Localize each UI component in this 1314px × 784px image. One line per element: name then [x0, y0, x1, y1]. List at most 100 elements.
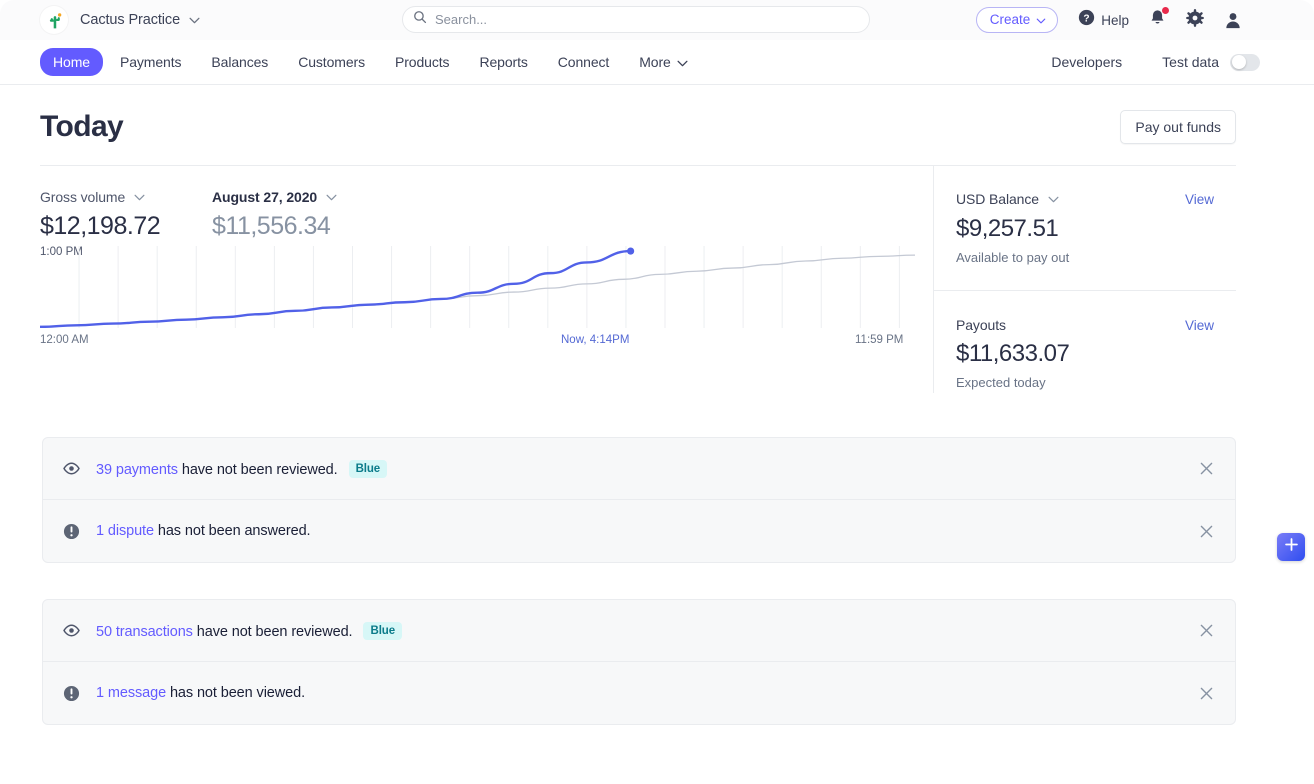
notification-badge: [1161, 6, 1170, 15]
chevron-down-icon: [326, 188, 337, 206]
notification-link[interactable]: 1 message: [96, 685, 166, 701]
search-container[interactable]: [402, 6, 870, 33]
payouts-title: Payouts: [956, 317, 1006, 333]
compare-date-selector[interactable]: August 27, 2020: [212, 188, 337, 206]
notification-text: 50 transactions have not been reviewed. B…: [96, 622, 402, 640]
close-icon[interactable]: [1200, 624, 1213, 637]
chevron-down-icon: [189, 11, 200, 29]
help-label: Help: [1101, 13, 1129, 28]
gross-volume-section: Gross volume $12,198.72 1:00 PM August 2…: [40, 166, 933, 393]
chevron-down-icon: [677, 54, 688, 70]
nav-label: Payments: [120, 54, 181, 70]
compare-date-label: August 27, 2020: [212, 189, 317, 205]
notification-group-1: 39 payments have not been reviewed.Blue …: [42, 437, 1236, 563]
usd-balance-value: $9,257.51: [956, 215, 1236, 243]
nav-item-products[interactable]: Products: [382, 48, 462, 76]
search-input[interactable]: [435, 12, 835, 27]
plus-icon: [1284, 537, 1299, 557]
close-icon[interactable]: [1200, 525, 1213, 538]
settings-button[interactable]: [1186, 9, 1204, 32]
notification-link[interactable]: 39 payments: [96, 462, 178, 478]
developers-link[interactable]: Developers: [1051, 54, 1122, 70]
nav-item-connect[interactable]: Connect: [545, 48, 622, 76]
test-data-toggle-group: Test data: [1162, 54, 1260, 71]
top-bar: Cactus Practice Create: [0, 0, 1314, 40]
gross-volume-selector[interactable]: Gross volume: [40, 188, 212, 206]
payouts-view-link[interactable]: View: [1185, 318, 1214, 333]
payouts-card: Payouts View $11,633.07 Expected today: [934, 290, 1236, 390]
test-data-label: Test data: [1162, 54, 1219, 70]
usd-balance-subtitle: Available to pay out: [956, 250, 1236, 265]
chevron-down-icon[interactable]: [1048, 190, 1059, 208]
notifications-button[interactable]: [1149, 9, 1166, 32]
svg-text:?: ?: [1084, 13, 1090, 24]
notification-link[interactable]: 50 transactions: [96, 624, 193, 640]
brand-name: Cactus Practice: [80, 12, 180, 28]
main-content: Today Pay out funds Gross volume $12,198…: [0, 85, 1314, 784]
cactus-icon: [40, 6, 68, 34]
chevron-down-icon: [134, 188, 145, 206]
app-window: Cactus Practice Create: [0, 0, 1314, 784]
payouts-value: $11,633.07: [956, 340, 1236, 368]
chevron-down-icon: [1036, 12, 1046, 27]
nav-item-reports[interactable]: Reports: [466, 48, 540, 76]
brand-switcher[interactable]: Cactus Practice: [40, 6, 200, 34]
nav-label: Reports: [479, 54, 527, 70]
nav-item-more[interactable]: More: [626, 48, 701, 76]
notification-rest: has not been answered.: [154, 523, 311, 539]
notification-row[interactable]: 1 dispute has not been answered.: [43, 500, 1235, 562]
notification-rest: have not been reviewed.: [178, 462, 338, 478]
nav-label: More: [639, 54, 671, 70]
notification-rest: have not been reviewed.: [193, 624, 353, 640]
exclamation-circle-icon: [63, 523, 80, 540]
nav-item-payments[interactable]: Payments: [107, 48, 194, 76]
question-circle-icon: ?: [1078, 9, 1095, 31]
axis-label-start: 12:00 AM: [40, 334, 89, 346]
notification-text: 1 message has not been viewed.: [96, 685, 305, 701]
exclamation-circle-icon: [63, 685, 80, 702]
toggle-knob: [1232, 55, 1246, 69]
chart-x-axis: 12:00 AM Now, 4:14PM 11:59 PM: [40, 334, 915, 350]
nav-item-balances[interactable]: Balances: [198, 48, 281, 76]
axis-label-end: 11:59 PM: [855, 334, 903, 346]
nav-label: Balances: [211, 54, 268, 70]
overview-panel: Gross volume $12,198.72 1:00 PM August 2…: [40, 165, 1236, 393]
page-header: Today Pay out funds: [40, 110, 1236, 144]
page-title: Today: [40, 110, 123, 144]
gear-icon: [1186, 9, 1204, 32]
nav-label: Connect: [558, 54, 609, 70]
eye-icon: [63, 462, 80, 475]
close-icon[interactable]: [1200, 687, 1213, 700]
usd-balance-card: USD Balance View $9,257.51 Available to …: [934, 166, 1236, 265]
notification-row[interactable]: 1 message has not been viewed.: [43, 662, 1235, 724]
create-button[interactable]: Create: [976, 7, 1059, 33]
nav-label: Products: [395, 54, 449, 70]
payouts-subtitle: Expected today: [956, 375, 1236, 390]
nav-right-actions: Developers Test data: [1051, 54, 1260, 71]
status-badge: Blue: [363, 622, 402, 640]
payouts-header: Payouts View: [956, 317, 1236, 333]
axis-label-now: Now, 4:14PM: [561, 334, 629, 346]
compare-value: $11,556.34: [212, 212, 337, 241]
add-button[interactable]: [1277, 533, 1305, 561]
close-icon[interactable]: [1200, 462, 1213, 475]
nav-items: Home Payments Balances Customers Product…: [40, 48, 701, 76]
notification-rest: has not been viewed.: [166, 685, 305, 701]
notification-row[interactable]: 39 payments have not been reviewed. Blue: [43, 438, 1235, 500]
gross-volume-chart: [40, 246, 915, 328]
eye-icon: [63, 624, 80, 637]
usd-balance-view-link[interactable]: View: [1185, 192, 1214, 207]
nav-item-customers[interactable]: Customers: [285, 48, 378, 76]
top-bar-actions: Create ? Help: [976, 0, 1242, 40]
pay-out-funds-button[interactable]: Pay out funds: [1120, 110, 1236, 144]
notification-row[interactable]: 50 transactions have not been reviewed. B…: [43, 600, 1235, 662]
test-data-toggle[interactable]: [1230, 54, 1260, 71]
notification-text: 39 payments have not been reviewed. Blue: [96, 460, 387, 478]
nav-item-home[interactable]: Home: [40, 48, 103, 76]
help-button[interactable]: ? Help: [1078, 9, 1129, 31]
user-avatar-icon[interactable]: [1224, 11, 1242, 29]
status-badge: Blue: [349, 460, 388, 478]
create-button-label: Create: [990, 12, 1031, 27]
notification-link[interactable]: 1 dispute: [96, 523, 154, 539]
gross-volume-value: $12,198.72: [40, 212, 212, 241]
